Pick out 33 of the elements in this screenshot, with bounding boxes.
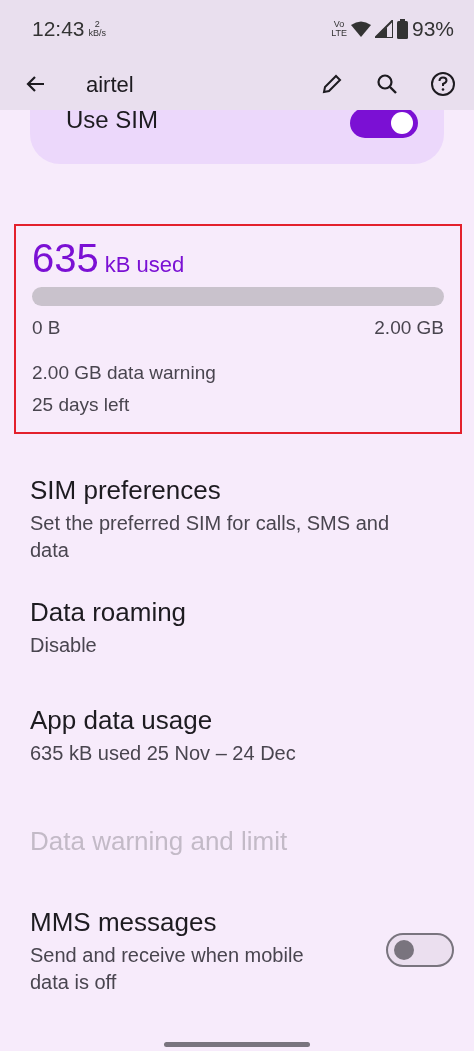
item-subtitle: Disable (30, 632, 98, 658)
usage-amount: 635 (32, 236, 99, 280)
item-title: App data usage (30, 703, 214, 737)
item-title: MMS messages (30, 906, 218, 939)
settings-item[interactable]: Data roaming Disable (0, 571, 474, 680)
toggle-switch[interactable] (350, 108, 418, 138)
signal-icon (374, 20, 393, 38)
toggle-switch[interactable] (386, 932, 454, 967)
battery-icon (396, 19, 408, 39)
clock: 12:43 (32, 16, 85, 43)
settings-item[interactable]: MMS messages Send and receive when mobile data is off (0, 895, 474, 1004)
page-title: airtel (86, 70, 135, 99)
item-title: Data roaming (30, 595, 188, 629)
warning-text: 2.00 GB data warning (32, 360, 217, 385)
settings-item[interactable]: App data usage 635 kB used 25 Nov – 24 Dec (0, 679, 474, 788)
settings-item[interactable]: SIM preferences Set the preferred SIM for calls, SMS and data (0, 463, 474, 572)
min-label: 0 B (32, 316, 61, 340)
item-subtitle: Set the preferred SIM for calls, SMS and data (30, 511, 391, 563)
item-subtitle: Send and receive when mobile data is off (30, 943, 305, 995)
item-subtitle: 635 kB used 25 Nov – 24 Dec (30, 740, 297, 766)
days-left-text: 25 days left (32, 393, 131, 417)
home-indicator[interactable] (164, 1041, 310, 1047)
max-label: 2.00 GB (374, 316, 444, 340)
pencil-icon (320, 72, 344, 96)
usage-unit: kB used (104, 251, 185, 279)
item-title: SIM preferences (30, 474, 222, 507)
search-icon (376, 73, 398, 95)
wifi-icon (350, 21, 371, 37)
network-speed: 2 kB/s (88, 20, 107, 38)
volte-indicator: Vo LTE (331, 20, 347, 38)
battery-percent: 93% (411, 16, 454, 43)
use-sim-label: Use SIM (66, 105, 158, 135)
help-icon (430, 71, 456, 97)
